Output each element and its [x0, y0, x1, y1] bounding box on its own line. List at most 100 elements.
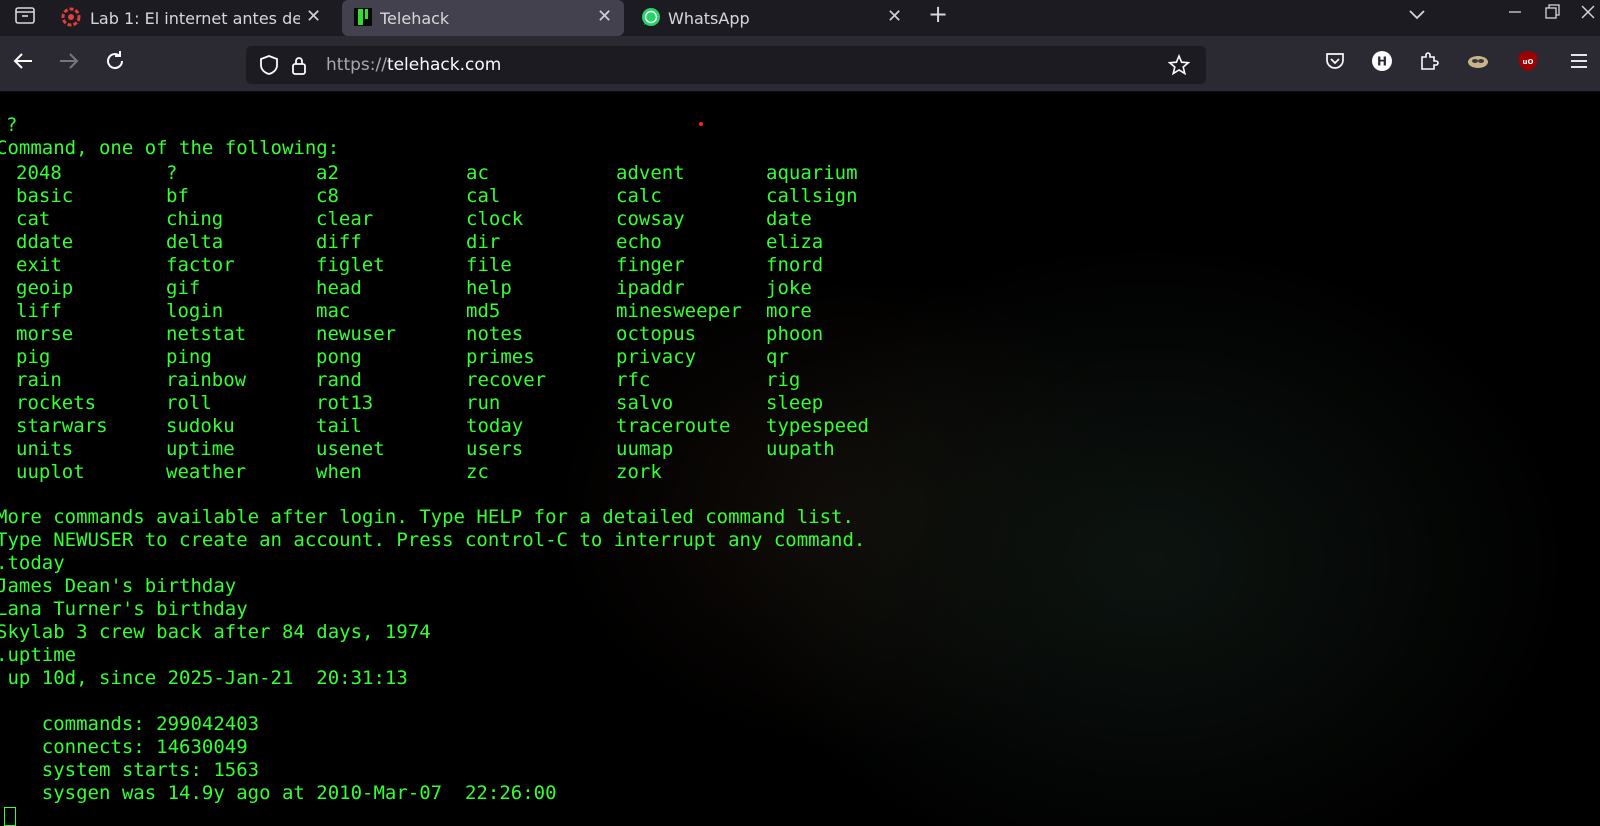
command-name: cal [466, 185, 501, 207]
command-name [766, 461, 916, 484]
more-commands-line: More commands available after login. Typ… [0, 506, 854, 528]
command-name: help [466, 277, 512, 299]
command-row: pig ping pong primes privacy qr [16, 346, 916, 369]
command-name: ching [166, 208, 224, 230]
command-name: sleep [766, 392, 824, 414]
command-name: notes [466, 323, 524, 345]
command-name: factor [166, 254, 235, 276]
command-name: rain [16, 369, 62, 391]
tab-whatsapp[interactable]: WhatsApp ✕ [632, 0, 912, 36]
url-bar[interactable]: https://telehack.com [246, 46, 1206, 84]
pocket-icon[interactable] [1322, 48, 1348, 74]
command-name: ddate [16, 231, 74, 253]
tab-lab1[interactable]: Lab 1: El internet antes de la ✕ [52, 0, 332, 36]
command-name: rand [316, 369, 362, 391]
reload-icon[interactable] [102, 48, 128, 74]
new-tab-icon[interactable]: + [928, 2, 948, 26]
command-name: eliza [766, 231, 824, 253]
command-name: aquarium [766, 162, 858, 184]
terminal-cursor [4, 807, 16, 826]
command-row: starwars sudoku tail today traceroute typespe… [16, 415, 916, 438]
close-icon[interactable]: ✕ [597, 8, 612, 26]
command-name: recover [466, 369, 547, 391]
tab-title: Telehack [380, 8, 450, 28]
command-row: geoip gif head help ipaddr joke [16, 277, 916, 300]
command-name: typespeed [766, 415, 869, 437]
close-window-icon[interactable] [1578, 2, 1598, 26]
command-name: morse [16, 323, 74, 345]
command-name: pig [16, 346, 51, 368]
lock-icon[interactable] [286, 52, 312, 78]
command-name: zc [466, 461, 489, 483]
command-name: ? [166, 162, 178, 184]
forward-icon[interactable] [56, 48, 82, 74]
restore-icon[interactable] [1542, 2, 1562, 26]
stat-line: commands: 299042403 [0, 713, 260, 735]
command-name: exit [16, 254, 62, 276]
command-name: zork [616, 461, 662, 483]
telehack-terminal[interactable]: ? Command, one of the following: 2048? a2… [0, 92, 1600, 826]
ublock-origin-icon[interactable]: uO [1515, 48, 1541, 74]
command-name: salvo [616, 392, 674, 414]
command-name: traceroute [616, 415, 731, 437]
command-name: tail [316, 415, 362, 437]
shield-icon[interactable] [256, 52, 282, 78]
command-name: date [766, 208, 812, 230]
command-name: uupath [766, 438, 835, 460]
command-row: units uptime usenet users uumap uupath [16, 438, 916, 461]
command-name: login [166, 300, 224, 322]
newuser-line: Type NEWUSER to create an account. Press… [0, 529, 866, 551]
command-name: more [766, 300, 812, 322]
command-name: netstat [166, 323, 247, 345]
command-name: dir [466, 231, 501, 253]
command-row: 2048? a2 ac advent aquarium [16, 162, 916, 185]
tab-title: WhatsApp [668, 8, 750, 28]
tab-telehack[interactable]: Telehack ✕ [342, 0, 624, 36]
command-name: clock [466, 208, 524, 230]
h-extension-icon[interactable]: H [1369, 48, 1395, 74]
command-name: callsign [766, 185, 858, 207]
uptime-command: .uptime [0, 644, 77, 666]
tab-list-icon[interactable] [12, 2, 38, 28]
bookmark-star-icon[interactable] [1166, 52, 1192, 78]
command-name: rfc [616, 369, 651, 391]
command-name: roll [166, 392, 212, 414]
command-name: file [466, 254, 512, 276]
command-name: diff [316, 231, 362, 253]
command-row: uuplot weather when zc zork [16, 461, 916, 484]
command-name: octopus [616, 323, 697, 345]
navigation-bar: https://telehack.com H uO [0, 36, 1600, 92]
fox-extension-icon[interactable] [1465, 48, 1491, 74]
telehack-icon [354, 8, 372, 26]
command-name: weather [166, 461, 247, 483]
today-item: Lana Turner's birthday [0, 598, 248, 620]
command-name: rockets [16, 392, 97, 414]
minimize-icon[interactable] [1505, 2, 1525, 26]
command-row: exit factor figlet file finger fnord [16, 254, 916, 277]
back-icon[interactable] [10, 48, 36, 74]
menu-hamburger-icon[interactable] [1566, 48, 1592, 74]
command-name: today [466, 415, 524, 437]
command-name: bf [166, 185, 189, 207]
url-text[interactable]: https://telehack.com [326, 55, 501, 75]
command-name: 2048 [16, 162, 62, 184]
command-name: calc [616, 185, 662, 207]
command-name: uumap [616, 438, 674, 460]
close-icon[interactable]: ✕ [306, 8, 321, 26]
command-row: rain rainbow rand recover rfc rig [16, 369, 916, 392]
uptime-line: up 10d, since 2025-Jan-21 20:31:13 [0, 667, 408, 689]
svg-text:uO: uO [1523, 58, 1534, 66]
today-item: James Dean's birthday [0, 575, 237, 597]
close-icon[interactable]: ✕ [887, 8, 902, 26]
tab-title: Lab 1: El internet antes de la [90, 8, 300, 28]
command-name: sudoku [166, 415, 235, 437]
command-name: liff [16, 300, 62, 322]
command-name: ac [466, 162, 489, 184]
extensions-puzzle-icon[interactable] [1416, 48, 1442, 74]
command-name: advent [616, 162, 685, 184]
command-name: a2 [316, 162, 339, 184]
command-row: liff login mac md5 minesweeper more [16, 300, 916, 323]
chevron-down-icon[interactable] [1407, 4, 1427, 28]
command-name: primes [466, 346, 535, 368]
command-name: cowsay [616, 208, 685, 230]
